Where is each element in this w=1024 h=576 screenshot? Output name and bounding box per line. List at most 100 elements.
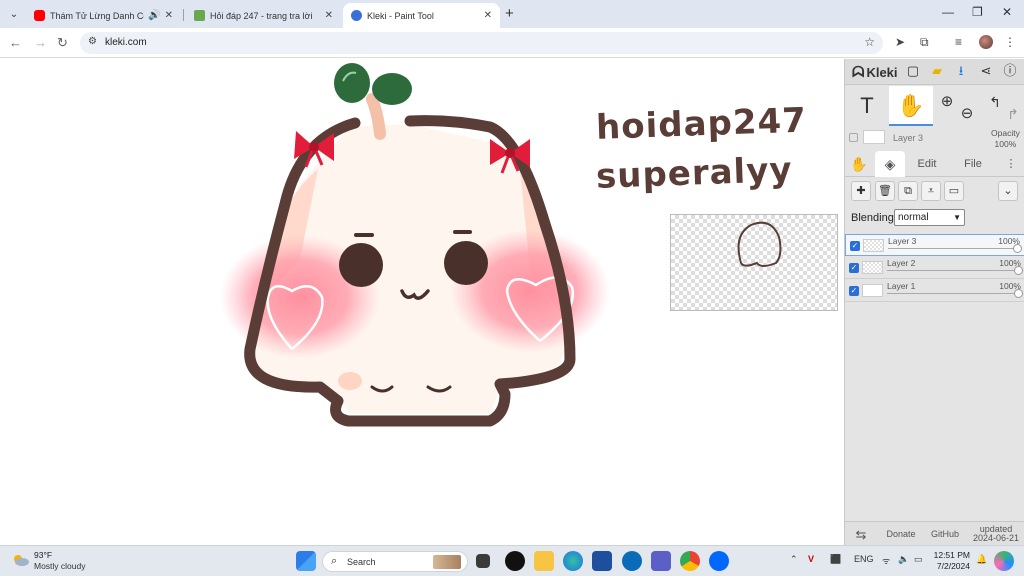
- swap-side-icon[interactable]: ⇆: [845, 522, 877, 546]
- url-text[interactable]: kleki.com: [105, 37, 147, 48]
- battery-icon[interactable]: ▭: [914, 554, 923, 565]
- cursor-extension-icon[interactable]: ➤: [895, 35, 905, 49]
- slider-knob[interactable]: [1013, 244, 1022, 253]
- reload-icon[interactable]: ↻: [57, 35, 68, 51]
- help-icon[interactable]: ⓘ: [1002, 63, 1018, 79]
- tab-separator: [183, 9, 184, 21]
- new-tab-plus-icon[interactable]: +: [505, 5, 514, 22]
- layer-opacity-slider[interactable]: [888, 248, 1020, 249]
- task-view-icon[interactable]: [476, 554, 490, 568]
- zoom-in-icon[interactable]: ⊕: [937, 82, 957, 122]
- hoidap-favicon-icon: [194, 10, 205, 21]
- address-bar[interactable]: ⚙ kleki.com ☆: [80, 32, 883, 54]
- forward-arrow-icon[interactable]: →: [34, 35, 47, 50]
- kleki-logo-text: Kleki: [866, 65, 898, 80]
- speaker-icon[interactable]: 🔊: [148, 10, 160, 21]
- volume-icon[interactable]: 🔈: [898, 554, 909, 565]
- donate-link[interactable]: Donate: [881, 522, 921, 546]
- layer-summary-checkbox[interactable]: [849, 133, 858, 142]
- slider-knob[interactable]: [1014, 266, 1023, 275]
- preview-outline-icon: [737, 221, 782, 267]
- notification-bell-icon[interactable]: 🔔: [976, 554, 987, 565]
- tab-layers-icon[interactable]: ◈: [875, 151, 905, 177]
- edge-icon[interactable]: [563, 551, 583, 571]
- taskbar-clock[interactable]: 12:51 PM 7/2/2024: [930, 550, 970, 572]
- panel-more-icon[interactable]: ⋮: [1001, 151, 1021, 177]
- language-indicator[interactable]: ENG: [854, 554, 874, 564]
- cloudy-weather-icon[interactable]: [12, 553, 30, 567]
- slider-knob[interactable]: [1014, 289, 1023, 298]
- layers-collapse-chevron-icon[interactable]: ⌄: [998, 181, 1018, 201]
- reading-list-icon[interactable]: ≡: [955, 35, 962, 49]
- blending-label: Blending: [851, 212, 894, 224]
- tab-search-chevron-icon[interactable]: ⌄: [6, 6, 22, 22]
- restore-icon[interactable]: ❐: [972, 5, 983, 19]
- updated-info[interactable]: updated 2024-06-21: [969, 522, 1023, 546]
- layer-row[interactable]: ✓ Layer 2 100%: [845, 257, 1024, 279]
- tray-security-icon[interactable]: ⬛: [830, 554, 841, 565]
- tab-kleki[interactable]: Kleki - Paint Tool ✕: [343, 3, 500, 28]
- delete-layer-icon[interactable]: 🗑: [875, 181, 895, 201]
- file-explorer-icon[interactable]: [534, 551, 554, 571]
- layer-opacity-slider[interactable]: [887, 293, 1019, 294]
- download-icon[interactable]: ⭳: [953, 63, 969, 79]
- chrome-icon[interactable]: [680, 551, 700, 571]
- layer-visibility-checkbox[interactable]: ✓: [850, 241, 860, 251]
- zalo-icon[interactable]: [709, 551, 729, 571]
- teams-icon[interactable]: [651, 551, 671, 571]
- browser-menu-icon[interactable]: ⋮: [1004, 35, 1016, 49]
- tray-chevron-icon[interactable]: ⌃: [790, 554, 798, 565]
- copilot-icon[interactable]: [994, 551, 1014, 571]
- close-tab-icon[interactable]: ✕: [325, 10, 333, 21]
- bookmark-star-icon[interactable]: ☆: [864, 35, 875, 49]
- tray-app-icon[interactable]: V: [808, 554, 814, 564]
- layer-properties-icon[interactable]: ▭: [944, 181, 964, 201]
- layer-row[interactable]: ✓ Layer 3 100%: [845, 234, 1024, 256]
- layer-visibility-checkbox[interactable]: ✓: [849, 286, 859, 296]
- tab-hoidap[interactable]: Hỏi đáp 247 - trang tra lời ✕: [186, 3, 341, 28]
- clock-time: 12:51 PM: [933, 550, 970, 560]
- layer-thumbnail: [862, 284, 883, 297]
- undo-icon[interactable]: ↰: [985, 82, 1005, 122]
- layer-summary-name: Layer 3: [893, 133, 924, 143]
- kleki-logo[interactable]: ᗣ Kleki: [852, 64, 898, 81]
- share-icon[interactable]: ⋖: [978, 63, 994, 79]
- close-tab-icon[interactable]: ✕: [165, 10, 173, 21]
- duplicate-layer-icon[interactable]: ⧉: [898, 181, 918, 201]
- tab-file[interactable]: File: [955, 151, 991, 177]
- site-info-icon[interactable]: ⚙: [88, 36, 97, 47]
- profile-avatar[interactable]: [979, 35, 993, 49]
- taskbar-search[interactable]: ⌕ Search: [322, 551, 468, 572]
- merge-down-icon[interactable]: ⩡: [921, 181, 941, 201]
- tab-hand-icon[interactable]: ✋: [845, 151, 873, 177]
- open-folder-icon[interactable]: ▰: [929, 63, 945, 79]
- tab-edit[interactable]: Edit: [909, 151, 945, 177]
- dell-icon[interactable]: [622, 551, 642, 571]
- weather-description[interactable]: Mostly cloudy: [34, 561, 86, 571]
- drawing-canvas[interactable]: hoidap247 superalyy: [0, 59, 844, 545]
- weather-temperature[interactable]: 93°F: [34, 550, 52, 560]
- opacity-label: Opacity: [991, 128, 1020, 138]
- windows-start-icon[interactable]: [296, 551, 316, 571]
- layer-thumbnail: [862, 261, 883, 274]
- extensions-puzzle-icon[interactable]: ⧉: [920, 35, 929, 50]
- kleki-logo-icon: ᗣ: [852, 64, 865, 81]
- layer-row[interactable]: ✓ Layer 1 100%: [845, 280, 1024, 302]
- layer-opacity-slider[interactable]: [887, 270, 1019, 271]
- tab-conan[interactable]: Thám Tử Lừng Danh Conan 🔊 ✕: [26, 3, 181, 28]
- github-link[interactable]: GitHub: [925, 522, 965, 546]
- new-file-icon[interactable]: ▢: [905, 63, 921, 79]
- tiktok-icon[interactable]: [505, 551, 525, 571]
- layer-visibility-checkbox[interactable]: ✓: [849, 263, 859, 273]
- close-tab-icon[interactable]: ✕: [484, 10, 492, 21]
- layer-name: Layer 3: [888, 236, 917, 246]
- minimize-icon[interactable]: —: [942, 5, 954, 19]
- wifi-icon[interactable]: ᯤ: [882, 554, 890, 567]
- back-arrow-icon[interactable]: ←: [9, 35, 22, 50]
- hand-tool-icon[interactable]: ✋: [889, 86, 933, 126]
- add-layer-icon[interactable]: ✚: [851, 181, 871, 201]
- store-icon[interactable]: [592, 551, 612, 571]
- blending-select[interactable]: normal ▼: [894, 209, 965, 226]
- close-window-icon[interactable]: ✕: [1002, 5, 1012, 19]
- text-tool-icon[interactable]: T: [845, 86, 889, 126]
